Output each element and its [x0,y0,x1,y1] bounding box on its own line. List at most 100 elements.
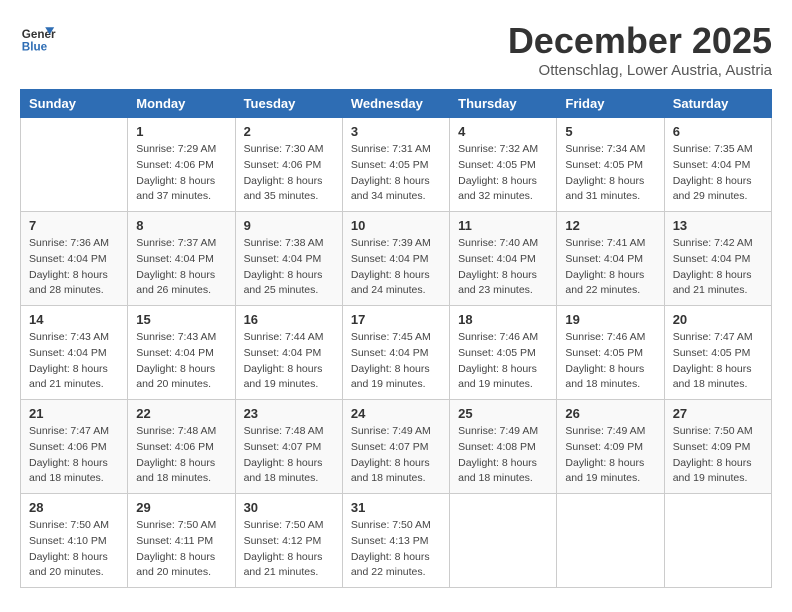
calendar-day-cell: 3 Sunrise: 7:31 AM Sunset: 4:05 PM Daylig… [342,118,449,212]
weekday-header-tuesday: Tuesday [235,90,342,118]
day-info: Sunrise: 7:47 AM Sunset: 4:06 PM Dayligh… [29,424,119,487]
calendar-day-cell [557,494,664,588]
day-number: 23 [244,406,334,421]
calendar-day-cell: 30 Sunrise: 7:50 AM Sunset: 4:12 PM Dayli… [235,494,342,588]
day-number: 4 [458,124,548,139]
calendar-day-cell: 22Sunrise: 7:48 AM Sunset: 4:06 PM Dayli… [128,400,235,494]
day-number: 10 [351,218,441,233]
day-number: 30 [244,500,334,515]
weekday-header-thursday: Thursday [450,90,557,118]
calendar-day-cell: 16 Sunrise: 7:44 AM Sunset: 4:04 PM Dayli… [235,306,342,400]
calendar-day-cell: 31 Sunrise: 7:50 AM Sunset: 4:13 PM Dayli… [342,494,449,588]
location-title: Ottenschlag, Lower Austria, Austria [508,62,772,79]
calendar-day-cell: 17 Sunrise: 7:45 AM Sunset: 4:04 PM Dayli… [342,306,449,400]
day-number: 26 [565,406,655,421]
day-info: Sunrise: 7:50 AM Sunset: 4:13 PM Dayligh… [351,518,441,581]
day-info: Sunrise: 7:48 AM Sunset: 4:06 PM Dayligh… [136,424,226,487]
calendar-week-row: 14 Sunrise: 7:43 AM Sunset: 4:04 PM Dayli… [21,306,772,400]
day-number: 13 [673,218,763,233]
calendar-day-cell: 7Sunrise: 7:36 AM Sunset: 4:04 PM Daylig… [21,212,128,306]
day-number: 14 [29,312,119,327]
day-number: 18 [458,312,548,327]
day-info: Sunrise: 7:45 AM Sunset: 4:04 PM Dayligh… [351,330,441,393]
calendar-day-cell: 26 Sunrise: 7:49 AM Sunset: 4:09 PM Dayli… [557,400,664,494]
day-number: 1 [136,124,226,139]
day-info: Sunrise: 7:43 AM Sunset: 4:04 PM Dayligh… [29,330,119,393]
day-info: Sunrise: 7:46 AM Sunset: 4:05 PM Dayligh… [458,330,548,393]
day-number: 3 [351,124,441,139]
svg-text:Blue: Blue [22,41,48,54]
day-info: Sunrise: 7:49 AM Sunset: 4:08 PM Dayligh… [458,424,548,487]
day-number: 19 [565,312,655,327]
weekday-header-sunday: Sunday [21,90,128,118]
calendar-table: SundayMondayTuesdayWednesdayThursdayFrid… [20,89,772,588]
weekday-header-row: SundayMondayTuesdayWednesdayThursdayFrid… [21,90,772,118]
calendar-day-cell: 29 Sunrise: 7:50 AM Sunset: 4:11 PM Dayli… [128,494,235,588]
day-info: Sunrise: 7:44 AM Sunset: 4:04 PM Dayligh… [244,330,334,393]
month-title: December 2025 [508,20,772,62]
day-number: 31 [351,500,441,515]
day-number: 12 [565,218,655,233]
day-info: Sunrise: 7:34 AM Sunset: 4:05 PM Dayligh… [565,142,655,205]
calendar-day-cell: 6Sunrise: 7:35 AM Sunset: 4:04 PM Daylig… [664,118,771,212]
calendar-day-cell [21,118,128,212]
calendar-day-cell: 11 Sunrise: 7:40 AM Sunset: 4:04 PM Dayli… [450,212,557,306]
calendar-day-cell: 8 Sunrise: 7:37 AM Sunset: 4:04 PM Daylig… [128,212,235,306]
calendar-week-row: 21 Sunrise: 7:47 AM Sunset: 4:06 PM Dayli… [21,400,772,494]
day-info: Sunrise: 7:36 AM Sunset: 4:04 PM Dayligh… [29,236,119,299]
calendar-day-cell: 4 Sunrise: 7:32 AM Sunset: 4:05 PM Daylig… [450,118,557,212]
calendar-day-cell [664,494,771,588]
day-number: 9 [244,218,334,233]
calendar-day-cell: 12 Sunrise: 7:41 AM Sunset: 4:04 PM Dayli… [557,212,664,306]
calendar-day-cell: 27Sunrise: 7:50 AM Sunset: 4:09 PM Dayli… [664,400,771,494]
day-info: Sunrise: 7:50 AM Sunset: 4:12 PM Dayligh… [244,518,334,581]
day-number: 5 [565,124,655,139]
day-info: Sunrise: 7:49 AM Sunset: 4:09 PM Dayligh… [565,424,655,487]
day-number: 2 [244,124,334,139]
day-number: 24 [351,406,441,421]
day-info: Sunrise: 7:37 AM Sunset: 4:04 PM Dayligh… [136,236,226,299]
day-info: Sunrise: 7:46 AM Sunset: 4:05 PM Dayligh… [565,330,655,393]
calendar-week-row: 1Sunrise: 7:29 AM Sunset: 4:06 PM Daylig… [21,118,772,212]
day-number: 25 [458,406,548,421]
day-info: Sunrise: 7:32 AM Sunset: 4:05 PM Dayligh… [458,142,548,205]
calendar-day-cell: 20 Sunrise: 7:47 AM Sunset: 4:05 PM Dayli… [664,306,771,400]
day-info: Sunrise: 7:35 AM Sunset: 4:04 PM Dayligh… [673,142,763,205]
day-info: Sunrise: 7:40 AM Sunset: 4:04 PM Dayligh… [458,236,548,299]
day-info: Sunrise: 7:43 AM Sunset: 4:04 PM Dayligh… [136,330,226,393]
day-info: Sunrise: 7:31 AM Sunset: 4:05 PM Dayligh… [351,142,441,205]
day-number: 20 [673,312,763,327]
calendar-day-cell: 19 Sunrise: 7:46 AM Sunset: 4:05 PM Dayli… [557,306,664,400]
day-number: 11 [458,218,548,233]
calendar-day-cell: 21 Sunrise: 7:47 AM Sunset: 4:06 PM Dayli… [21,400,128,494]
day-info: Sunrise: 7:42 AM Sunset: 4:04 PM Dayligh… [673,236,763,299]
day-info: Sunrise: 7:41 AM Sunset: 4:04 PM Dayligh… [565,236,655,299]
page-header: General Blue December 2025 Ottenschlag, … [20,20,772,79]
calendar-day-cell: 2Sunrise: 7:30 AM Sunset: 4:06 PM Daylig… [235,118,342,212]
calendar-day-cell [450,494,557,588]
day-number: 28 [29,500,119,515]
calendar-day-cell: 24Sunrise: 7:49 AM Sunset: 4:07 PM Dayli… [342,400,449,494]
day-number: 17 [351,312,441,327]
day-number: 27 [673,406,763,421]
logo: General Blue [20,20,60,56]
calendar-day-cell: 15 Sunrise: 7:43 AM Sunset: 4:04 PM Dayli… [128,306,235,400]
day-number: 16 [244,312,334,327]
weekday-header-wednesday: Wednesday [342,90,449,118]
day-number: 8 [136,218,226,233]
day-info: Sunrise: 7:47 AM Sunset: 4:05 PM Dayligh… [673,330,763,393]
day-info: Sunrise: 7:39 AM Sunset: 4:04 PM Dayligh… [351,236,441,299]
day-number: 15 [136,312,226,327]
day-info: Sunrise: 7:50 AM Sunset: 4:10 PM Dayligh… [29,518,119,581]
day-info: Sunrise: 7:50 AM Sunset: 4:11 PM Dayligh… [136,518,226,581]
calendar-day-cell: 13 Sunrise: 7:42 AM Sunset: 4:04 PM Dayli… [664,212,771,306]
calendar-day-cell: 1Sunrise: 7:29 AM Sunset: 4:06 PM Daylig… [128,118,235,212]
calendar-week-row: 7Sunrise: 7:36 AM Sunset: 4:04 PM Daylig… [21,212,772,306]
day-info: Sunrise: 7:48 AM Sunset: 4:07 PM Dayligh… [244,424,334,487]
calendar-day-cell: 23 Sunrise: 7:48 AM Sunset: 4:07 PM Dayli… [235,400,342,494]
day-number: 21 [29,406,119,421]
day-number: 29 [136,500,226,515]
calendar-day-cell: 5 Sunrise: 7:34 AM Sunset: 4:05 PM Daylig… [557,118,664,212]
calendar-day-cell: 14 Sunrise: 7:43 AM Sunset: 4:04 PM Dayli… [21,306,128,400]
weekday-header-monday: Monday [128,90,235,118]
